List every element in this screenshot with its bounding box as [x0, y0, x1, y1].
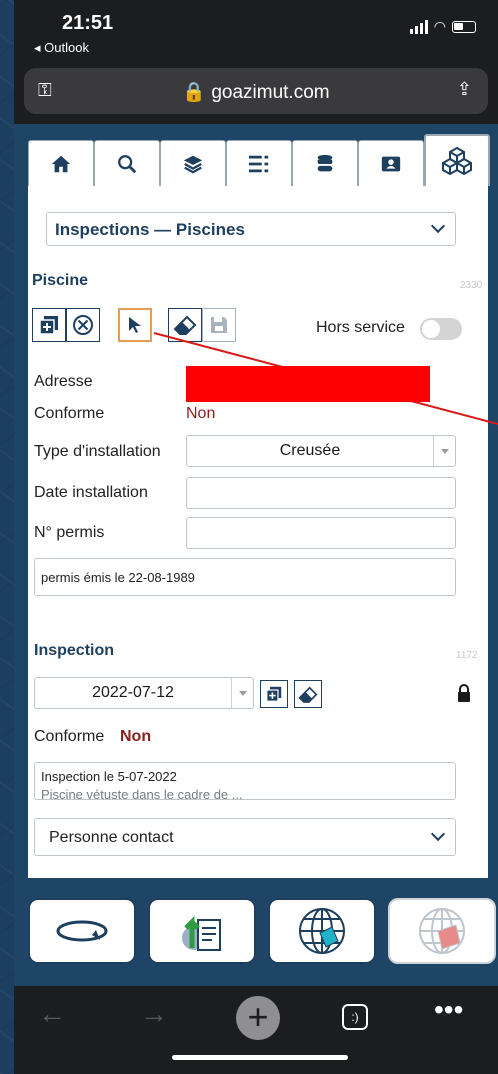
- permis-label: N° permis: [34, 524, 105, 541]
- lock-icon[interactable]: [456, 683, 472, 703]
- inspection-date-select[interactable]: 2022-07-12: [34, 677, 254, 709]
- date-installation-input[interactable]: [186, 477, 456, 509]
- document-export-icon: [182, 915, 221, 951]
- piscine-note-text: permis émis le 22-08-1989: [41, 570, 195, 585]
- globe-grid-icon: [299, 908, 345, 954]
- date-installation-label: Date installation: [34, 484, 148, 501]
- conforme-value: Non: [186, 405, 216, 422]
- piscine-notes[interactable]: permis émis le 22-08-1989: [34, 558, 456, 596]
- add-record-icon: [266, 686, 282, 702]
- erase-inspection-button[interactable]: [294, 680, 322, 708]
- type-installation-label: Type d'installation: [34, 443, 161, 460]
- type-installation-value: Creusée: [279, 442, 341, 459]
- forward-arrow-icon[interactable]: →: [140, 998, 168, 1030]
- inspection-conforme-value: Non: [120, 728, 152, 745]
- new-tab-plus-icon[interactable]: +: [236, 996, 280, 1040]
- phone-screen: 21:51 ◂ Outlook ◠ ⚿ 🔒 goazimut.com ⇪ Ins…: [14, 0, 498, 1074]
- map-zone-button[interactable]: [268, 898, 376, 964]
- dropdown-arrow-icon: [433, 436, 455, 466]
- inspection-note-line2: Piscine vétuste dans le cadre de ...: [41, 787, 243, 800]
- type-installation-select[interactable]: Creusée: [186, 435, 456, 467]
- conforme-label: Conforme: [34, 405, 105, 422]
- browser-nav-bar: ← → + :) •••: [14, 986, 498, 1074]
- more-dots-icon[interactable]: •••: [434, 994, 463, 1026]
- redacted-address: [186, 366, 430, 402]
- back-arrow-icon[interactable]: ←: [38, 998, 66, 1030]
- section-title-inspection: Inspection: [34, 642, 115, 659]
- inspection-notes[interactable]: Inspection le 5-07-2022 Piscine vétuste …: [34, 762, 456, 800]
- inspection-note-line1: Inspection le 5-07-2022: [41, 769, 177, 784]
- export-document-button[interactable]: [148, 898, 256, 964]
- inspection-date-value: 2022-07-12: [92, 684, 174, 701]
- adresse-label: Adresse: [34, 373, 93, 390]
- map-export-button[interactable]: [388, 898, 496, 964]
- contact-select[interactable]: Personne contact: [34, 818, 456, 856]
- contact-select-label: Personne contact: [49, 829, 174, 846]
- refresh-button[interactable]: [28, 898, 136, 964]
- add-inspection-button[interactable]: [260, 680, 288, 708]
- loop-arrow-icon: [56, 920, 108, 942]
- inspection-id: 1172: [456, 650, 478, 661]
- globe-grid-disabled-icon: [419, 908, 465, 954]
- eraser-icon: [298, 686, 318, 703]
- home-indicator: [172, 1055, 348, 1060]
- dropdown-arrow-icon: [231, 678, 253, 708]
- inspection-conforme-label: Conforme: [34, 728, 105, 745]
- chevron-down-icon: [430, 826, 446, 842]
- tabs-icon[interactable]: :): [342, 1004, 368, 1030]
- permis-input[interactable]: [186, 517, 456, 549]
